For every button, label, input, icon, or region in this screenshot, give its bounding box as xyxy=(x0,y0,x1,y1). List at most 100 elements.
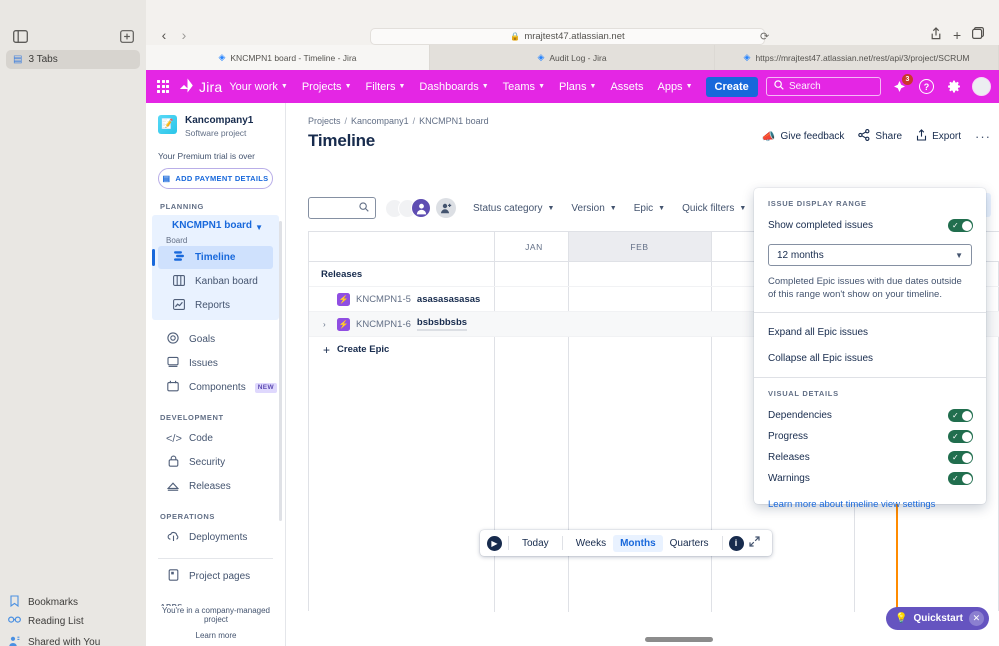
nav-forward-icon[interactable]: › xyxy=(175,26,193,44)
app-switcher-icon[interactable] xyxy=(155,79,171,95)
chevron-right-icon[interactable]: › xyxy=(323,320,326,329)
give-feedback-button[interactable]: 📣 Give feedback xyxy=(762,130,845,143)
nav-your-work[interactable]: Your work ▼ xyxy=(222,70,294,103)
settings-button[interactable] xyxy=(945,78,962,95)
filter-version[interactable]: Version ▼ xyxy=(571,203,616,214)
browser-sidebar-link[interactable]: Bookmarks xyxy=(8,595,78,610)
timeline-search-input[interactable] xyxy=(308,197,376,219)
sidebar-item-timeline[interactable]: Timeline xyxy=(152,246,273,269)
browser-tab-title: Audit Log - Jira xyxy=(549,52,607,63)
progress-row[interactable]: Progress ✓ xyxy=(754,426,986,447)
filter-epic[interactable]: Epic ▼ xyxy=(634,203,665,214)
info-icon[interactable]: i xyxy=(728,535,744,551)
expand-all-epics-item[interactable]: Expand all Epic issues xyxy=(754,319,986,345)
breadcrumb-board[interactable]: KNCMPN1 board xyxy=(419,116,489,126)
sidebar-item-components[interactable]: Components NEW xyxy=(152,376,279,399)
sidebar-item-reports[interactable]: Reports xyxy=(158,294,273,317)
add-person-button[interactable] xyxy=(436,198,456,218)
help-button[interactable]: ? xyxy=(918,78,935,95)
expand-fullscreen-icon[interactable] xyxy=(744,536,765,550)
credit-card-icon: ▤ xyxy=(162,174,171,183)
sidebar-item-code[interactable]: </> Code xyxy=(152,427,279,450)
avatar[interactable] xyxy=(411,198,431,218)
nav-dashboards[interactable]: Dashboards ▼ xyxy=(412,70,495,103)
zoom-weeks-button[interactable]: Weeks xyxy=(569,535,613,552)
create-epic-button[interactable]: + Create Epic xyxy=(309,343,389,357)
sidebar-item-project-pages[interactable]: Project pages xyxy=(152,565,279,588)
warnings-toggle[interactable]: ✓ xyxy=(948,472,973,485)
epic-summary[interactable]: bsbsbbsbs xyxy=(416,317,468,331)
sidebar-item-board[interactable]: KNCMPN1 board ▼ xyxy=(158,218,273,244)
assignee-avatar-group[interactable] xyxy=(385,198,431,218)
timeline-horizontal-scrollbar[interactable] xyxy=(645,637,713,642)
today-button[interactable]: Today xyxy=(515,535,556,552)
releases-row[interactable]: Releases ✓ xyxy=(754,447,986,468)
tab-overview-icon[interactable] xyxy=(972,27,985,42)
nav-apps[interactable]: Apps ▼ xyxy=(650,70,699,103)
url-bar[interactable]: 🔒 mrajtest47.atlassian.net xyxy=(370,28,765,45)
show-completed-issues-row[interactable]: Show completed issues ✓ xyxy=(754,215,986,236)
dependencies-row[interactable]: Dependencies ✓ xyxy=(754,405,986,426)
filter-quick-filters[interactable]: Quick filters ▼ xyxy=(682,203,746,214)
epic-key[interactable]: KNCMPN1-5 xyxy=(356,294,411,305)
nav-teams[interactable]: Teams ▼ xyxy=(496,70,552,103)
chevron-down-icon[interactable]: ▼ xyxy=(255,223,263,232)
sidebar-toggle-icon[interactable] xyxy=(9,25,31,47)
collapse-all-epics-item[interactable]: Collapse all Epic issues xyxy=(754,345,986,371)
show-completed-issues-toggle[interactable]: ✓ xyxy=(948,219,973,232)
sidebar-item-releases[interactable]: Releases xyxy=(152,475,279,498)
page-actions: 📣 Give feedback Share Export ··· xyxy=(762,129,991,144)
reports-chart-icon xyxy=(172,298,186,313)
quickstart-button[interactable]: 💡 Quickstart ✕ xyxy=(886,607,989,630)
epic-row-2[interactable]: ⚡ KNCMPN1-6 bsbsbbsbs xyxy=(309,317,468,331)
jira-logo[interactable]: Jira xyxy=(181,79,222,95)
more-actions-icon[interactable]: ··· xyxy=(975,129,991,144)
nav-back-icon[interactable]: ‹ xyxy=(155,26,173,44)
nav-assets[interactable]: Assets xyxy=(603,70,650,103)
new-tab-window-icon[interactable] xyxy=(116,25,138,47)
dependencies-toggle[interactable]: ✓ xyxy=(948,409,973,422)
zoom-quarters-button[interactable]: Quarters xyxy=(663,535,716,552)
global-search-input[interactable]: Search xyxy=(766,77,881,96)
sidebar-item-security[interactable]: Security xyxy=(152,451,279,474)
nav-plans[interactable]: Plans ▼ xyxy=(552,70,603,103)
sidebar-item-kanban-board[interactable]: Kanban board xyxy=(158,270,273,293)
browser-sidebar-link[interactable]: Reading List xyxy=(8,615,84,627)
epic-row-1[interactable]: ⚡ KNCMPN1-5 asasasasasas xyxy=(309,292,480,306)
user-avatar[interactable] xyxy=(972,77,991,96)
project-header[interactable]: 📝 Kancompany1 Software project xyxy=(146,103,285,140)
breadcrumb-project[interactable]: Kancompany1 xyxy=(351,116,409,126)
close-icon[interactable]: ✕ xyxy=(968,611,984,626)
nav-filters[interactable]: Filters ▼ xyxy=(359,70,413,103)
sidebar-item-goals[interactable]: Goals xyxy=(152,328,279,351)
play-button[interactable]: ▶ xyxy=(487,535,502,551)
share-button[interactable]: Share xyxy=(858,129,902,144)
display-range-select[interactable]: 12 months ▼ xyxy=(768,244,972,266)
add-payment-details-button[interactable]: ▤ ADD PAYMENT DETAILS xyxy=(158,168,273,189)
browser-tab[interactable]: ◈ https://mrajtest47.atlassian.net/rest/… xyxy=(715,45,999,70)
learn-more-link[interactable]: Learn more xyxy=(146,631,285,640)
sidebar-item-deployments[interactable]: Deployments xyxy=(152,526,279,549)
sidebar-item-issues[interactable]: Issues xyxy=(152,352,279,375)
nav-projects[interactable]: Projects ▼ xyxy=(295,70,359,103)
tab-group-pill[interactable]: ▤ 3 Tabs xyxy=(6,50,140,69)
epic-key[interactable]: KNCMPN1-6 xyxy=(356,319,411,330)
sidebar-scrollbar[interactable] xyxy=(279,221,282,521)
releases-toggle[interactable]: ✓ xyxy=(948,451,973,464)
filter-status-category[interactable]: Status category ▼ xyxy=(473,203,554,214)
timeline-settings-learn-more-link[interactable]: Learn more about timeline view settings xyxy=(754,489,986,510)
zoom-months-button[interactable]: Months xyxy=(613,534,663,552)
breadcrumb-projects[interactable]: Projects xyxy=(308,116,341,126)
export-button[interactable]: Export xyxy=(916,129,961,144)
browser-tab[interactable]: ◈ KNCMPN1 board - Timeline - Jira xyxy=(146,45,430,70)
epic-summary[interactable]: asasasasasas xyxy=(417,294,480,305)
share-icon[interactable] xyxy=(930,27,942,43)
warnings-row[interactable]: Warnings ✓ xyxy=(754,468,986,489)
new-tab-icon[interactable]: + xyxy=(953,27,961,43)
progress-toggle[interactable]: ✓ xyxy=(948,430,973,443)
notifications-button[interactable]: 3 xyxy=(891,74,913,95)
browser-sidebar-link[interactable]: Shared with You xyxy=(8,635,100,646)
reload-icon[interactable]: ⟳ xyxy=(760,30,769,43)
create-button[interactable]: Create xyxy=(705,76,758,97)
browser-tab[interactable]: ◈ Audit Log - Jira xyxy=(430,45,715,70)
